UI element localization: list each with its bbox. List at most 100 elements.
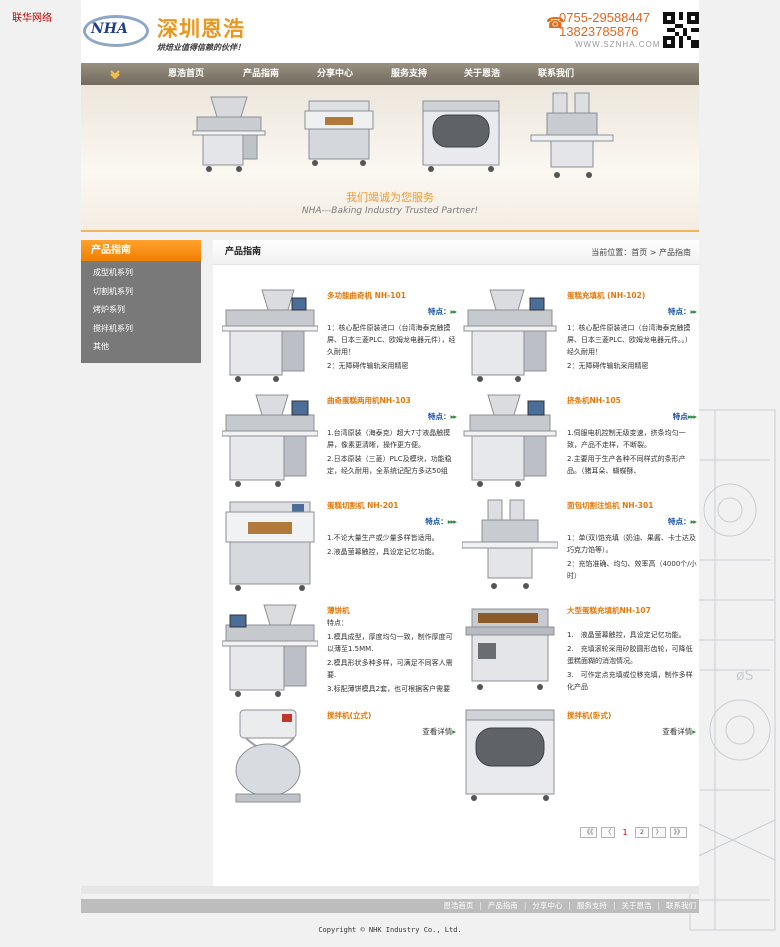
- product-image[interactable]: [222, 288, 318, 384]
- footer-link-products[interactable]: 产品指南: [488, 901, 518, 910]
- arrow-icon: ▸: [692, 727, 696, 736]
- banner-machine-image: [192, 96, 266, 172]
- nav-item-support[interactable]: 服务支持: [372, 63, 446, 85]
- qr-code-icon: [663, 12, 699, 48]
- sidebar-item-oven[interactable]: 烤炉系列: [81, 301, 201, 320]
- banner-machine-image: [422, 100, 500, 172]
- footer-nav-items: 恩浩首页 | 产品指南 | 分享中心 | 服务支持 | 关于恩浩 | 联系我们: [443, 899, 696, 913]
- first-page-button[interactable]: 《《: [580, 827, 597, 838]
- footer-divider: [81, 886, 699, 894]
- feature-label-text: 特点: [672, 412, 688, 421]
- footer-separator: |: [612, 901, 616, 910]
- sidebar-item-forming[interactable]: 成型机系列: [81, 264, 201, 283]
- product-name[interactable]: 蛋糕充填机 (NH-102): [567, 290, 645, 301]
- last-page-button[interactable]: 》》: [670, 827, 687, 838]
- footer-link-home[interactable]: 恩浩首页: [443, 901, 473, 910]
- product-image[interactable]: [462, 393, 558, 489]
- logo-mark: NHA: [91, 21, 128, 37]
- product-description: 1：核心配件原装进口（台湾海泰克触摸屏、日本三菱PLC、欧姆龙电器元件。。）经久…: [567, 322, 697, 376]
- footer-link-contact[interactable]: 联系我们: [666, 901, 696, 910]
- product-feature-label: 特点：▸▸: [667, 516, 697, 527]
- product-description: 1.不论大量生产或少量多样皆适用。 2.液晶萤幕触控，具设定记忆功能。: [327, 532, 457, 586]
- footer-separator: |: [657, 901, 660, 910]
- description-line: 2.主要用于生产各种不同样式的条形产品。（猪耳朵、蝴蝶酥、: [567, 455, 686, 475]
- product-image[interactable]: [222, 603, 318, 699]
- description-line: 1. 液晶萤幕触控，具设定记忆功能。: [567, 631, 686, 639]
- breadcrumb-current[interactable]: 产品指南: [659, 248, 691, 257]
- sidebar-item-other[interactable]: 其他: [81, 338, 201, 357]
- description-line: 3. 可作定点充填或位移充填，制作多样化产品: [567, 671, 693, 691]
- product-image[interactable]: [462, 288, 558, 384]
- page-2-button[interactable]: 2: [635, 827, 649, 838]
- product-name[interactable]: 挤条机NH-105: [567, 395, 621, 406]
- product-name[interactable]: 蛋糕切割机 NH-201: [327, 500, 398, 511]
- product-card: 多功能曲奇机 NH-101 特点：▸▸ 1：核心配件原装进口（台湾海泰克触摸屏、…: [222, 288, 462, 386]
- product-image[interactable]: [222, 498, 318, 594]
- footer-separator: |: [568, 901, 571, 910]
- description-line: 1：单(双)馅充填（奶油、果酱、卡士达及巧克力馅等）。: [567, 534, 696, 554]
- product-feature-label: 特点：▸▸: [667, 306, 697, 317]
- product-description: 1：核心配件原装进口（台湾海泰克触摸屏、日本三菱PLC、欧姆龙电器元件），经久耐…: [327, 322, 457, 376]
- view-details-label: 查看详情: [422, 727, 453, 736]
- product-feature-label: 特点▸▸▸: [672, 411, 697, 422]
- sidebar-item-cutting[interactable]: 切割机系列: [81, 283, 201, 302]
- nav-item-home[interactable]: 恩浩首页: [149, 63, 223, 85]
- copyright: Copyright © NHK Industry Co., Ltd.: [318, 926, 462, 934]
- product-image[interactable]: [222, 708, 318, 804]
- view-details-label: 查看详情: [662, 727, 693, 736]
- product-name[interactable]: 大型蛋糕充填机NH-107: [567, 605, 651, 616]
- breadcrumb-home[interactable]: 首页: [631, 248, 647, 257]
- product-feature-label: 特点：▸▸: [427, 411, 457, 422]
- view-details-link[interactable]: 查看详情▸: [422, 726, 456, 737]
- prev-page-button[interactable]: 〈: [601, 827, 615, 838]
- product-name[interactable]: 面包切割注馅机 NH-301: [567, 500, 653, 511]
- content-header: 产品指南 当前位置：首页 > 产品指南: [213, 240, 699, 265]
- nav-item-share[interactable]: 分享中心: [298, 63, 372, 85]
- product-card: 挤条机NH-105 特点▸▸▸ 1.伺服电机控制无级变速，挤条均匀一致，产品不走…: [462, 393, 702, 491]
- nav-item-about[interactable]: 关于恩浩: [445, 63, 519, 85]
- description-line: 2.模具形状多种多样，可满足不同客人需要.: [327, 659, 453, 679]
- footer-link-about[interactable]: 关于恩浩: [621, 901, 651, 910]
- feature-label-text: 特点：: [427, 412, 451, 421]
- banner-slogan: 我们竭诚为您服务: [346, 191, 434, 204]
- description-line: 1.模具成型，厚度均匀一致，制作厚度可以薄至1.5MM.: [327, 633, 453, 653]
- corner-link[interactable]: 联华网络: [12, 9, 52, 24]
- footer-separator: |: [479, 901, 482, 910]
- product-name[interactable]: 多功能曲奇机 NH-101: [327, 290, 406, 301]
- phone-number-1: 0755-29588447: [559, 10, 651, 25]
- product-image[interactable]: [462, 708, 558, 804]
- page-wrapper: NHA 深圳恩浩 烘焙业值得信赖的伙伴！ ☎ 0755-29588447 138…: [81, 0, 699, 934]
- feature-label-text: 特点：: [327, 619, 348, 627]
- product-image[interactable]: [462, 603, 558, 699]
- product-name[interactable]: 搅拌机(立式): [327, 710, 371, 721]
- nav-item-contact[interactable]: 联系我们: [519, 63, 593, 85]
- footer-link-support[interactable]: 服务支持: [577, 901, 607, 910]
- arrow-icon: ▸▸: [450, 307, 456, 316]
- website-url: WWW.SZNHA.COM: [575, 40, 661, 49]
- product-image[interactable]: [222, 393, 318, 489]
- page-title: 产品指南: [225, 247, 262, 257]
- feature-label-text: 特点：: [667, 517, 691, 526]
- product-name[interactable]: 曲奇蛋糕两用机NH-103: [327, 395, 411, 406]
- sidebar-item-mixer[interactable]: 搅拌机系列: [81, 320, 201, 339]
- product-card: 搅拌机(立式) 查看详情▸: [222, 708, 462, 806]
- footer-link-share[interactable]: 分享中心: [532, 901, 562, 910]
- product-name[interactable]: 薄饼机: [327, 605, 350, 616]
- product-image[interactable]: [462, 498, 558, 594]
- product-description: 1. 液晶萤幕触控，具设定记忆功能。 2. 充填滚轮采用矽胶圆形齿轮，可降低蛋糕…: [567, 629, 695, 691]
- header: NHA 深圳恩浩 烘焙业值得信赖的伙伴！ ☎ 0755-29588447 138…: [81, 0, 699, 63]
- arrow-icon: ▸▸: [450, 412, 456, 421]
- nav-item-products[interactable]: 产品指南: [224, 63, 298, 85]
- sidebar-title: 产品指南: [81, 240, 201, 261]
- arrow-icon: ▸▸▸: [447, 517, 457, 526]
- description-line: 2. 充填滚轮采用矽胶圆形齿轮，可降低蛋糕面糊的消泡情况。: [567, 645, 693, 665]
- logo[interactable]: NHA 深圳恩浩 烘焙业值得信赖的伙伴！: [81, 13, 265, 53]
- product-name[interactable]: 搅拌机(卧式): [567, 710, 611, 721]
- next-page-button[interactable]: 〉: [652, 827, 666, 838]
- description-line: 2：无障碍传输轨采用精密: [327, 362, 409, 370]
- banner: 我们竭诚为您服务 NHA---Baking Industry Trusted P…: [81, 85, 699, 232]
- product-card: 薄饼机 特点： 1.模具成型，厚度均匀一致，制作厚度可以薄至1.5MM. 2.模…: [222, 603, 462, 701]
- feature-label-text: 特点：: [667, 307, 691, 316]
- description-line: 1.伺服电机控制无级变速，挤条均匀一致，产品不走样，不断裂。: [567, 429, 686, 449]
- view-details-link[interactable]: 查看详情▸: [662, 726, 696, 737]
